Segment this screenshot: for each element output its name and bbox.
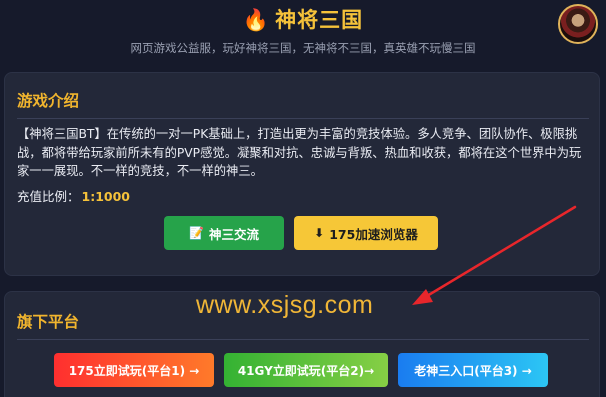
red-arrow-annotation (412, 205, 577, 305)
